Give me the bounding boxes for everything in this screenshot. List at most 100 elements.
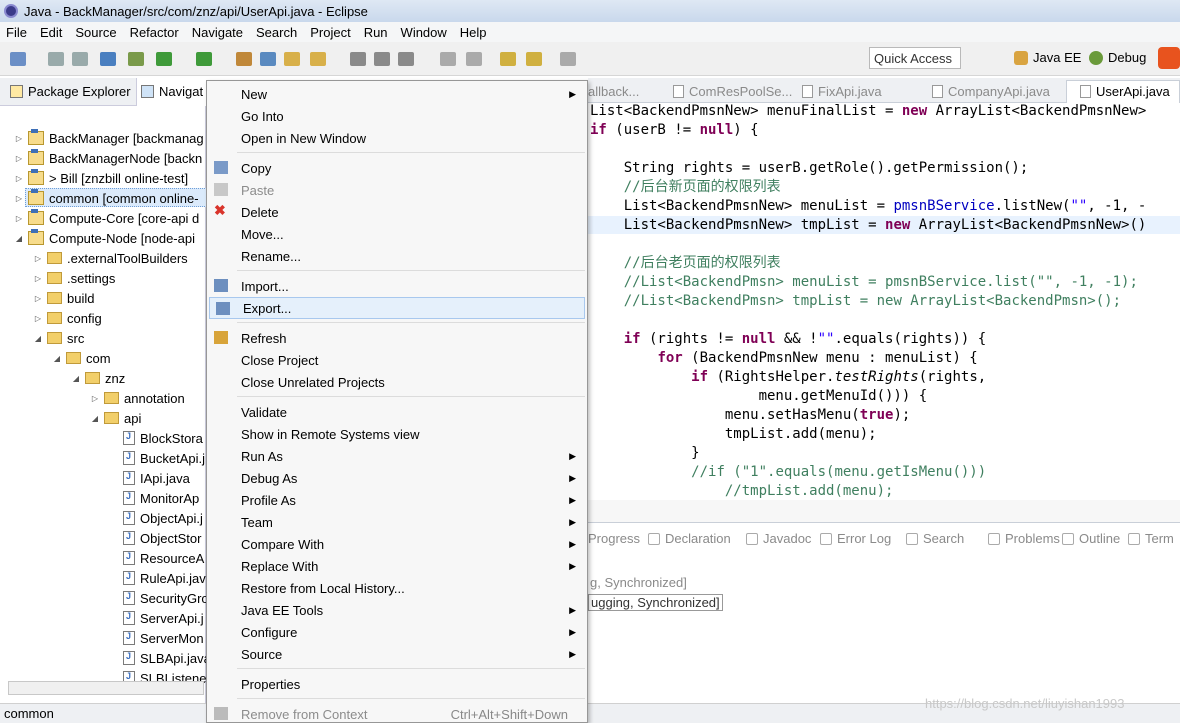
menu-file[interactable]: File	[6, 25, 27, 40]
toolbar-button-icon[interactable]	[260, 52, 276, 66]
menu-item-java-ee-tools[interactable]: Java EE Tools ▶	[208, 599, 586, 621]
menu-item-export[interactable]: Export...	[209, 297, 585, 319]
toolbar-button-icon[interactable]	[466, 52, 482, 66]
menu-item-copy[interactable]: Copy	[208, 157, 586, 179]
menu-item-new[interactable]: New ▶	[208, 83, 586, 105]
menu-source[interactable]: Source	[75, 25, 116, 40]
bottom-tab-term[interactable]: Term	[1128, 531, 1174, 546]
editor-tab-2[interactable]: FixApi.java	[802, 84, 882, 99]
tree-item-slbapi-java[interactable]: SLBApi.java	[109, 648, 211, 668]
toolbar-button-icon[interactable]	[560, 52, 576, 66]
tree-item-common-common-online-[interactable]: ▷ common [common online-	[14, 188, 199, 208]
menu-item-properties[interactable]: Properties	[208, 673, 586, 695]
tree-item-bucketapi-j[interactable]: BucketApi.j	[109, 448, 205, 468]
tab-navigator[interactable]: Navigat	[141, 84, 203, 99]
perspective-debug[interactable]: Debug	[1089, 50, 1146, 65]
toolbar-button-icon[interactable]	[310, 52, 326, 66]
tree-item-build[interactable]: ▷ build	[33, 288, 95, 308]
menu-navigate[interactable]: Navigate	[192, 25, 243, 40]
toolbar-button-icon[interactable]	[284, 52, 300, 66]
bottom-tab-javadoc[interactable]: Javadoc	[746, 531, 811, 546]
tree-item-blockstora[interactable]: BlockStora	[109, 428, 203, 448]
toolbar-button-icon[interactable]	[500, 52, 516, 66]
tree-item-resourcea[interactable]: ResourceA	[109, 548, 204, 568]
menu-run[interactable]: Run	[364, 25, 388, 40]
menu-item-refresh[interactable]: Refresh	[208, 327, 586, 349]
toolbar-button-icon[interactable]	[526, 52, 542, 66]
tree-item--settings[interactable]: ▷ .settings	[33, 268, 116, 288]
expand-toggle-icon[interactable]: ▷	[14, 134, 24, 143]
expand-toggle-icon[interactable]: ▷	[33, 294, 43, 303]
expand-toggle-icon[interactable]: ◢	[90, 414, 100, 423]
toolbar-button-icon[interactable]	[350, 52, 366, 66]
menu-item-profile-as[interactable]: Profile As ▶	[208, 489, 586, 511]
expand-toggle-icon[interactable]: ▷	[14, 194, 24, 203]
expand-toggle-icon[interactable]: ◢	[14, 234, 24, 243]
bottom-tab-declaration[interactable]: Declaration	[648, 531, 731, 546]
menu-item-import[interactable]: Import...	[208, 275, 586, 297]
tree-item-api[interactable]: ◢ api	[90, 408, 141, 428]
menu-item-replace-with[interactable]: Replace With ▶	[208, 555, 586, 577]
menu-search[interactable]: Search	[256, 25, 297, 40]
tree-item-annotation[interactable]: ▷ annotation	[90, 388, 185, 408]
toolbar-button-icon[interactable]	[398, 52, 414, 66]
bottom-tab-progress[interactable]: Progress	[588, 531, 640, 546]
expand-toggle-icon[interactable]: ◢	[33, 334, 43, 343]
expand-toggle-icon[interactable]: ▷	[14, 174, 24, 183]
expand-toggle-icon[interactable]: ▷	[33, 254, 43, 263]
tree-item-iapi-java[interactable]: IApi.java	[109, 468, 190, 488]
menu-item-team[interactable]: Team ▶	[208, 511, 586, 533]
expand-toggle-icon[interactable]: ▷	[14, 214, 24, 223]
tree-item-com[interactable]: ◢ com	[52, 348, 111, 368]
toolbar-button-icon[interactable]	[236, 52, 252, 66]
menu-refactor[interactable]: Refactor	[130, 25, 179, 40]
editor-tab-4[interactable]: UserApi.java	[1080, 84, 1170, 99]
toolbar-button-icon[interactable]	[100, 52, 116, 66]
tree-item-ruleapi-jav[interactable]: RuleApi.jav	[109, 568, 206, 588]
toolbar-button-icon[interactable]	[374, 52, 390, 66]
tree-item-backmanager-backmanag[interactable]: ▷ BackManager [backmanag	[14, 128, 204, 148]
expand-toggle-icon[interactable]: ◢	[71, 374, 81, 383]
tree-item-compute-node-node-api[interactable]: ◢ Compute-Node [node-api	[14, 228, 195, 248]
horizontal-scrollbar[interactable]	[8, 681, 204, 695]
menu-item-restore-from-local-history[interactable]: Restore from Local History...	[208, 577, 586, 599]
expand-toggle-icon[interactable]: ▷	[33, 314, 43, 323]
menu-item-delete[interactable]: ✖ Delete	[208, 201, 586, 223]
tree-item-znz[interactable]: ◢ znz	[71, 368, 125, 388]
perspective-java-ee[interactable]: Java EE	[1014, 50, 1081, 65]
menu-item-show-in-remote-systems-view[interactable]: Show in Remote Systems view	[208, 423, 586, 445]
menu-project[interactable]: Project	[310, 25, 350, 40]
tree-item-config[interactable]: ▷ config	[33, 308, 102, 328]
tree-item--externaltoolbuilders[interactable]: ▷ .externalToolBuilders	[33, 248, 188, 268]
expand-toggle-icon[interactable]: ▷	[90, 394, 100, 403]
menu-item-rename[interactable]: Rename...	[208, 245, 586, 267]
tree-item-monitorap[interactable]: MonitorAp	[109, 488, 199, 508]
editor-tab-1[interactable]: ComResPoolSe...	[673, 84, 792, 99]
editor-tab-0[interactable]: allback...	[588, 84, 639, 99]
menu-window[interactable]: Window	[401, 25, 447, 40]
tree-item-securitygro[interactable]: SecurityGro	[109, 588, 209, 608]
menu-edit[interactable]: Edit	[40, 25, 62, 40]
menu-item-validate[interactable]: Validate	[208, 401, 586, 423]
editor-tab-3[interactable]: CompanyApi.java	[932, 84, 1050, 99]
menu-item-debug-as[interactable]: Debug As ▶	[208, 467, 586, 489]
menu-item-move[interactable]: Move...	[208, 223, 586, 245]
toolbar-button-icon[interactable]	[128, 52, 144, 66]
menu-item-source[interactable]: Source ▶	[208, 643, 586, 665]
tree-item-servermon[interactable]: ServerMon	[109, 628, 204, 648]
toolbar-button-icon[interactable]	[440, 52, 456, 66]
tree-item-objectstor[interactable]: ObjectStor	[109, 528, 201, 548]
tree-item-backmanagernode-backn[interactable]: ▷ BackManagerNode [backn	[14, 148, 202, 168]
toolbar-button-icon[interactable]	[196, 52, 212, 66]
bottom-tab-problems[interactable]: Problems	[988, 531, 1060, 546]
menu-item-close-unrelated-projects[interactable]: Close Unrelated Projects	[208, 371, 586, 393]
quick-access-input[interactable]: Quick Access	[869, 47, 961, 69]
menu-item-go-into[interactable]: Go Into	[208, 105, 586, 127]
toolbar-button-icon[interactable]	[72, 52, 88, 66]
menu-help[interactable]: Help	[460, 25, 487, 40]
menu-item-compare-with[interactable]: Compare With ▶	[208, 533, 586, 555]
bottom-tab-error-log[interactable]: Error Log	[820, 531, 891, 546]
toolbar-button-icon[interactable]	[156, 52, 172, 66]
tree-item-compute-core-core-api-d[interactable]: ▷ Compute-Core [core-api d	[14, 208, 199, 228]
menu-item-close-project[interactable]: Close Project	[208, 349, 586, 371]
